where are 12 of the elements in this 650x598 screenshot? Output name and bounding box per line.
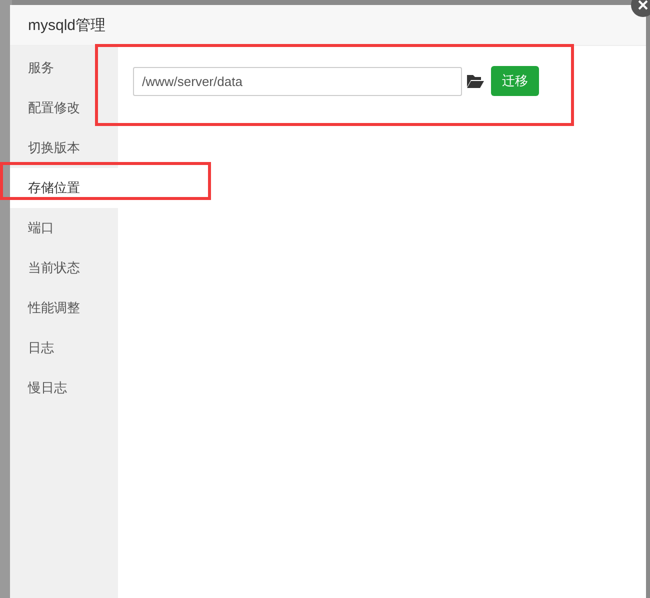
sidebar-item[interactable]: 性能调整 [10, 298, 118, 318]
sidebar-item[interactable]: 切换版本 [10, 138, 118, 158]
sidebar-item[interactable]: 当前状态 [10, 258, 118, 278]
sidebar-item[interactable]: 端口 [10, 218, 118, 238]
sidebar-item[interactable]: 存储位置 [10, 168, 118, 208]
sidebar-item[interactable]: 服务 [10, 58, 118, 78]
sidebar-item[interactable]: 慢日志 [10, 378, 118, 398]
sidebar-item[interactable]: 日志 [10, 338, 118, 358]
path-field[interactable]: /www/server/data [133, 67, 462, 96]
sidebar-item[interactable]: 配置修改 [10, 98, 118, 118]
window-title: mysqld管理 [28, 16, 106, 34]
folder-icon[interactable] [467, 74, 484, 88]
